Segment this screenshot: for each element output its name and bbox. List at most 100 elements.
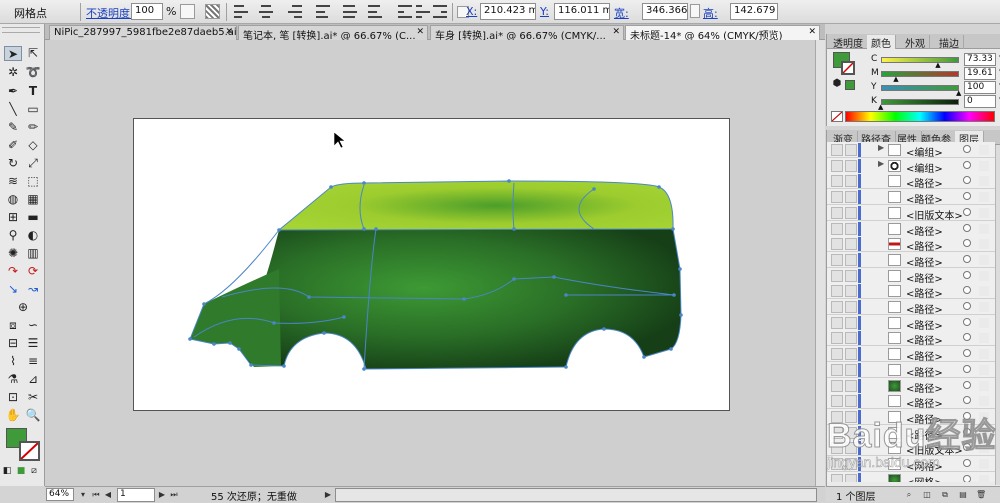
free-transform-tool-icon[interactable]: ⬚	[24, 174, 42, 189]
selection-square[interactable]	[979, 176, 989, 187]
visibility-toggle[interactable]	[831, 348, 843, 361]
visibility-toggle[interactable]	[831, 144, 843, 156]
target-icon[interactable]	[963, 239, 971, 248]
width-tool-icon[interactable]: ∽	[24, 318, 42, 333]
align-middle-v-icon[interactable]	[343, 5, 357, 18]
selection-square[interactable]	[979, 474, 989, 482]
vertical-scrollbar[interactable]	[815, 40, 825, 486]
lock-toggle[interactable]	[845, 473, 857, 482]
tab-transparency[interactable]: 透明度	[829, 35, 868, 50]
lock-toggle[interactable]	[845, 458, 857, 470]
selection-square[interactable]	[979, 207, 989, 218]
lock-toggle[interactable]	[845, 348, 857, 361]
yellow-input[interactable]: 100	[964, 81, 996, 94]
eyedropper-tool-icon[interactable]: ⚲	[4, 228, 22, 243]
visibility-toggle[interactable]	[831, 238, 843, 251]
selection-square[interactable]	[979, 396, 989, 407]
stroke-swatch[interactable]	[19, 441, 40, 461]
curvature-tool-icon[interactable]: ↝	[24, 282, 42, 297]
delete-layer-icon[interactable]: 🗑	[976, 488, 986, 501]
color-mode-icon[interactable]: ■	[16, 464, 26, 479]
target-icon[interactable]	[963, 474, 971, 482]
rectangle-tool-icon[interactable]: ▭	[24, 102, 42, 117]
panel-stroke-swatch[interactable]	[841, 61, 855, 75]
perspective-grid-tool-icon[interactable]: ▦	[24, 192, 42, 207]
target-icon[interactable]	[963, 207, 971, 216]
lock-toggle[interactable]	[845, 175, 857, 188]
tab-appearance[interactable]: 外观	[901, 35, 930, 50]
last-artboard-icon[interactable]: ⏭	[169, 488, 179, 502]
doc-tab-active[interactable]: 未标题-14* @ 64% (CMYK/预览) ✕	[625, 25, 820, 40]
target-icon[interactable]	[963, 443, 971, 452]
paintbrush-tool-icon[interactable]: ✎	[4, 120, 22, 135]
target-icon[interactable]	[963, 302, 971, 310]
anchor-add-tool-icon[interactable]: ↷	[4, 264, 22, 279]
lock-toggle[interactable]	[845, 426, 857, 439]
visibility-toggle[interactable]	[831, 206, 843, 219]
toolbox-grip[interactable]	[2, 27, 40, 33]
target-icon[interactable]	[963, 349, 971, 358]
lock-toggle[interactable]	[845, 442, 857, 455]
color-spectrum[interactable]	[845, 111, 995, 122]
selection-tool-icon[interactable]: ➤	[4, 46, 22, 61]
lock-toggle[interactable]	[845, 159, 857, 172]
visibility-toggle[interactable]	[831, 222, 843, 235]
distribute-right-icon[interactable]	[433, 5, 447, 18]
slider-marker-icon[interactable]: ▲	[935, 62, 940, 69]
bar-graph-tool-icon[interactable]: ≡	[24, 354, 42, 369]
selection-square[interactable]	[979, 286, 989, 297]
visibility-toggle[interactable]	[831, 301, 843, 313]
warp-tool-icon[interactable]: ≋	[4, 174, 22, 189]
shape-builder-tool-icon[interactable]: ◍	[4, 192, 22, 207]
type-tool-icon[interactable]: T	[24, 84, 42, 99]
direct-selection-tool-icon[interactable]: ⇱	[24, 46, 42, 61]
layer-row[interactable]: <旧版文本>	[827, 204, 995, 222]
layer-row[interactable]: <路径>	[827, 220, 995, 238]
visibility-toggle[interactable]	[831, 285, 843, 298]
lock-toggle[interactable]	[845, 363, 857, 376]
target-icon[interactable]	[963, 176, 971, 185]
scissors-tool-icon[interactable]: ✂	[24, 390, 42, 405]
yellow-slider[interactable]	[881, 85, 959, 91]
visibility-toggle[interactable]	[831, 159, 843, 172]
layer-row[interactable]: <路径>	[827, 173, 995, 190]
opacity-dropdown-icon[interactable]	[180, 4, 195, 19]
slice-select-tool-icon[interactable]: ⊡	[4, 390, 22, 405]
target-icon[interactable]	[963, 411, 971, 420]
align-right-icon[interactable]	[288, 5, 302, 18]
locate-object-icon[interactable]: ⌕	[904, 488, 914, 501]
align-bottom-icon[interactable]	[368, 5, 382, 18]
target-icon[interactable]	[963, 317, 971, 326]
target-icon[interactable]	[963, 427, 971, 436]
selection-square[interactable]	[979, 254, 989, 265]
eraser-tool-icon[interactable]: ◇	[24, 138, 42, 153]
layer-row[interactable]: <路径>	[827, 393, 995, 410]
layer-row[interactable]: <路径>	[827, 251, 995, 269]
slice-tool-icon[interactable]: ⊟	[4, 336, 22, 351]
line-tool-icon[interactable]: ╲	[4, 102, 22, 117]
target-icon[interactable]	[963, 380, 971, 389]
align-top-icon[interactable]	[316, 5, 330, 18]
doc-tab-2[interactable]: 笔记本, 笔 [转换].ai* @ 66.67% (C... ✕	[238, 25, 428, 40]
first-artboard-icon[interactable]: ⏮	[91, 488, 101, 502]
slider-marker-icon[interactable]: ▲	[956, 90, 961, 97]
black-input[interactable]: 0	[964, 95, 996, 108]
lock-toggle[interactable]	[845, 144, 857, 156]
target-icon[interactable]	[963, 459, 971, 467]
height-input[interactable]: 142.679 m	[730, 3, 778, 20]
layer-row[interactable]: <路径>	[827, 408, 995, 426]
visibility-toggle[interactable]	[831, 363, 843, 376]
lock-toggle[interactable]	[845, 206, 857, 219]
lock-toggle[interactable]	[845, 269, 857, 282]
zoom-dropdown-icon[interactable]: ▾	[78, 488, 88, 502]
van-illustration[interactable]	[134, 119, 731, 412]
default-colors-icon[interactable]: ◧	[2, 464, 12, 479]
artboard-number-field[interactable]: 1	[117, 488, 155, 502]
lock-toggle[interactable]	[845, 285, 857, 298]
artboard[interactable]	[133, 118, 730, 411]
visibility-toggle[interactable]	[831, 316, 843, 329]
target-icon[interactable]	[963, 333, 971, 342]
layer-row[interactable]: ▶ <编组>	[827, 157, 995, 175]
layer-row[interactable]: <路径>	[827, 424, 995, 442]
selection-square[interactable]	[979, 349, 989, 360]
